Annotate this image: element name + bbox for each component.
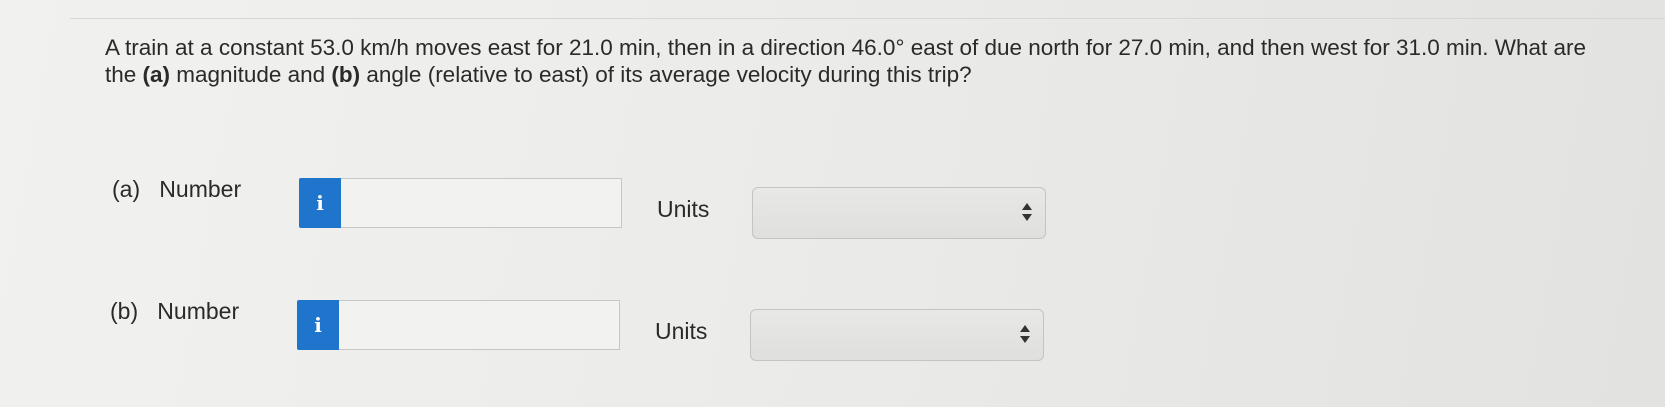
- part-b-letter: (b): [110, 298, 139, 324]
- part-b-units-select[interactable]: [750, 309, 1044, 361]
- chevron-updown-icon: [1022, 201, 1032, 225]
- part-a-number-label: Number: [159, 176, 242, 202]
- part-a-units-label: Units: [657, 196, 710, 222]
- chevron-updown-icon: [1020, 323, 1030, 347]
- part-a-units-select[interactable]: [752, 187, 1046, 239]
- part-b-number-input[interactable]: [339, 300, 620, 350]
- part-a-letter: (a): [112, 176, 141, 202]
- top-divider: [70, 18, 1665, 19]
- info-icon[interactable]: i: [299, 178, 341, 228]
- part-b-units-label: Units: [655, 318, 708, 344]
- part-a-label: (a) Number: [112, 176, 241, 203]
- info-icon[interactable]: i: [297, 300, 339, 350]
- part-b-marker: (b): [331, 62, 361, 87]
- part-b-label: (b) Number: [110, 298, 239, 325]
- part-a-number-input[interactable]: [341, 178, 622, 228]
- question-middle: magnitude and: [170, 62, 332, 87]
- part-b-number-label: Number: [157, 298, 240, 324]
- question-text: A train at a constant 53.0 km/h moves ea…: [105, 34, 1595, 88]
- question-suffix: angle (relative to east) of its average …: [360, 62, 972, 87]
- part-a-marker: (a): [142, 62, 171, 87]
